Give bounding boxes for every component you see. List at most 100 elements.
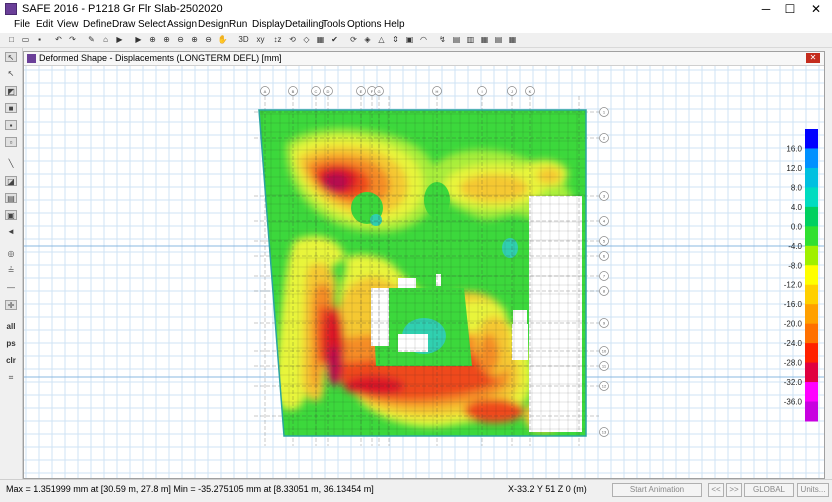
pan-icon[interactable]: ✋ xyxy=(217,34,228,46)
draw-point-icon[interactable]: ▣ xyxy=(5,210,17,220)
menu-run[interactable]: Run xyxy=(229,19,247,30)
menu-options[interactable]: Options xyxy=(347,19,381,30)
prev-button[interactable]: << xyxy=(708,483,724,497)
display-icon[interactable]: ▣ xyxy=(404,34,415,46)
menu-select[interactable]: Select xyxy=(138,19,166,30)
contour-plot[interactable]: A B C D E F G H I J K1234567891011121316.012.08.04… xyxy=(24,66,824,478)
maximize-button[interactable]: ☐ xyxy=(776,0,804,18)
check-icon[interactable]: ✔ xyxy=(329,34,340,46)
grid-icon[interactable]: ▦ xyxy=(507,34,518,46)
zoom-prev-icon[interactable]: ⊖ xyxy=(203,34,214,46)
new-file-icon[interactable]: □ xyxy=(6,34,17,46)
warning-icon[interactable]: △ xyxy=(376,34,387,46)
pencil-icon[interactable]: ✎ xyxy=(86,34,97,46)
table-icon[interactable]: ▦ xyxy=(479,34,490,46)
legend-label: -20.0 xyxy=(784,320,803,329)
legend-swatch xyxy=(805,401,818,422)
contour-legend: 16.0 12.0 8.0 4.0 0.0 -4.0 -8.0 -12.0 -16.0 -20.0… xyxy=(784,129,818,422)
select-all-label[interactable]: all xyxy=(5,322,17,332)
draw-area-icon[interactable]: ◩ xyxy=(5,86,17,96)
draw-column-icon[interactable]: ▫ xyxy=(5,137,17,147)
object-shrink-icon[interactable]: ▦ xyxy=(315,34,326,46)
legend-label: -4.0 xyxy=(788,242,802,251)
save-icon[interactable]: ▪ xyxy=(34,34,45,46)
max-deflection-zone xyxy=(324,173,348,191)
zoom-out-icon[interactable]: ⊖ xyxy=(175,34,186,46)
legend-swatch xyxy=(805,226,818,247)
reference-line-icon[interactable]: — xyxy=(5,283,17,293)
zoom-window-icon[interactable]: ⊕ xyxy=(147,34,158,46)
grid-bubble-label: G xyxy=(377,89,380,94)
perspective-icon[interactable]: ◇ xyxy=(301,34,312,46)
draw-beam-icon[interactable]: ◪ xyxy=(5,176,17,186)
legend-swatch xyxy=(805,206,818,227)
view-3d-icon[interactable]: 3D xyxy=(236,34,251,46)
grid-bubbles-top: ABCDEFGHIJK xyxy=(260,86,535,96)
stress-icon[interactable]: ▤ xyxy=(451,34,462,46)
view-xy-icon[interactable]: xy xyxy=(253,34,268,46)
legend-label: -36.0 xyxy=(784,398,803,407)
legend-swatch xyxy=(805,382,818,403)
grid-bubble-label: A xyxy=(264,89,267,94)
snap-grid-icon[interactable]: ⌗ xyxy=(5,373,17,383)
forces-icon[interactable]: ↯ xyxy=(437,34,448,46)
lock-icon[interactable]: ⌂ xyxy=(100,34,111,46)
legend-label: 8.0 xyxy=(791,183,803,192)
rotate-icon[interactable]: ⟲ xyxy=(287,34,298,46)
select-icon[interactable]: ◈ xyxy=(362,34,373,46)
redo-icon[interactable]: ↷ xyxy=(67,34,78,46)
clear-label[interactable]: clr xyxy=(5,356,17,366)
slab-opening xyxy=(529,196,582,432)
draw-slab-icon[interactable]: ▪ xyxy=(5,120,17,130)
menu-assign[interactable]: Assign xyxy=(167,19,197,30)
menu-detailing[interactable]: Detailing xyxy=(285,19,324,30)
zoom-fit-icon[interactable]: ⊕ xyxy=(189,34,200,46)
units-button[interactable]: Units... xyxy=(797,483,829,497)
legend-swatch xyxy=(805,362,818,383)
view-elev-icon[interactable]: ↕z xyxy=(270,34,285,46)
pointer-icon[interactable]: ↖ xyxy=(5,52,17,62)
menu-help[interactable]: Help xyxy=(384,19,405,30)
menu-tools[interactable]: Tools xyxy=(322,19,345,30)
intersection-icon[interactable]: ✛ xyxy=(5,300,17,310)
draw-rect-icon[interactable]: ■ xyxy=(5,103,17,113)
select-ps-label[interactable]: ps xyxy=(5,339,17,349)
menu-define[interactable]: Define xyxy=(83,19,112,30)
view-close-button[interactable]: ✕ xyxy=(806,53,820,63)
window-title: SAFE 2016 - P1218 Gr Flr Slab-2502020 xyxy=(22,3,223,15)
reshape-icon[interactable]: ↖ xyxy=(5,69,17,79)
report-icon[interactable]: ▤ xyxy=(493,34,504,46)
draw-line-icon[interactable]: ╲ xyxy=(5,159,17,169)
contour-band xyxy=(537,168,561,184)
zoom-in-icon[interactable]: ⊕ xyxy=(161,34,172,46)
contour-band xyxy=(460,174,528,202)
menu-draw[interactable]: Draw xyxy=(112,19,135,30)
menu-file[interactable]: File xyxy=(14,19,30,30)
draw-tendon-icon[interactable]: ◄ xyxy=(5,227,17,237)
contour-icon[interactable]: ▥ xyxy=(465,34,476,46)
undo-icon[interactable]: ↶ xyxy=(53,34,64,46)
close-button[interactable]: ✕ xyxy=(802,0,830,18)
menu-edit[interactable]: Edit xyxy=(36,19,53,30)
legend-label: -12.0 xyxy=(784,281,803,290)
open-icon[interactable]: ▭ xyxy=(20,34,31,46)
menu-view[interactable]: View xyxy=(57,19,79,30)
legend-swatch xyxy=(805,245,818,266)
grid-bubble-label: 12 xyxy=(602,384,607,389)
run-all-icon[interactable]: ▶ xyxy=(133,34,144,46)
start-animation-button[interactable]: Start Animation xyxy=(612,483,702,497)
draw-dimension-icon[interactable]: ≟ xyxy=(5,266,17,276)
snap-icon[interactable]: ◎ xyxy=(5,249,17,259)
draw-wall-icon[interactable]: ▤ xyxy=(5,193,17,203)
run-icon[interactable]: ▶ xyxy=(114,34,125,46)
grid-bubble-label: B xyxy=(292,89,295,94)
next-button[interactable]: >> xyxy=(726,483,742,497)
refresh-icon[interactable]: ⟳ xyxy=(348,34,359,46)
coordinate-system-select[interactable]: GLOBAL xyxy=(744,483,794,497)
view-title: Deformed Shape - Displacements (LONGTERM… xyxy=(39,53,282,63)
ruler-icon[interactable]: ⇕ xyxy=(390,34,401,46)
menu-display[interactable]: Display xyxy=(252,19,285,30)
deformed-icon[interactable]: ◠ xyxy=(418,34,429,46)
view-icon xyxy=(27,54,36,63)
menu-design[interactable]: Design xyxy=(198,19,229,30)
